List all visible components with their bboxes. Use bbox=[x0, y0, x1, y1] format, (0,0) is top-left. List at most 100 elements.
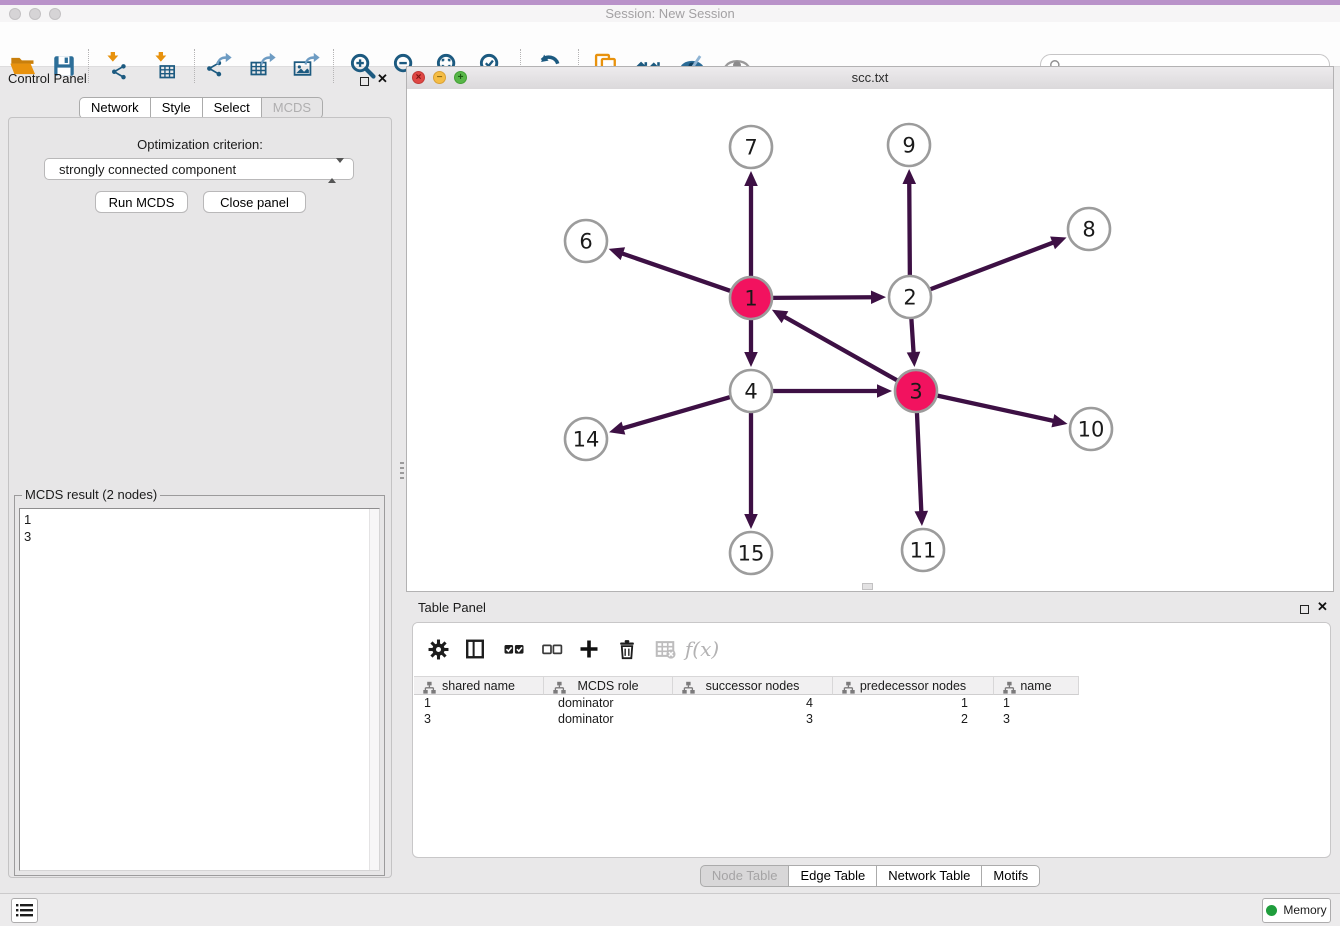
tab-edge-table[interactable]: Edge Table bbox=[789, 865, 877, 887]
list-icon bbox=[16, 903, 33, 918]
result-scrollbar[interactable] bbox=[369, 509, 379, 870]
svg-text:10: 10 bbox=[1078, 418, 1105, 442]
run-mcds-button[interactable]: Run MCDS bbox=[95, 191, 188, 213]
node-7[interactable]: 7 bbox=[730, 126, 772, 168]
column-header-shared-name[interactable]: shared name bbox=[414, 676, 544, 695]
tab-network-table[interactable]: Network Table bbox=[877, 865, 982, 887]
table-mode-gear-icon[interactable] bbox=[425, 636, 451, 662]
table-header: shared name MCDS role successor nodes prede… bbox=[414, 676, 1079, 695]
splitter-handle[interactable] bbox=[400, 462, 404, 480]
edge-2-3[interactable] bbox=[907, 316, 921, 367]
svg-text:2: 2 bbox=[903, 286, 916, 310]
select-all-icon[interactable] bbox=[501, 636, 527, 662]
edge-1-6[interactable] bbox=[609, 247, 733, 291]
create-column-icon[interactable] bbox=[576, 636, 602, 662]
table-cell: dominator bbox=[544, 711, 673, 727]
table-panel-title: Table Panel bbox=[418, 600, 486, 615]
column-header-label: MCDS role bbox=[577, 679, 638, 693]
main-toolbar bbox=[0, 22, 1340, 67]
export-image-icon[interactable] bbox=[292, 51, 322, 81]
automation-panel-button[interactable] bbox=[11, 898, 38, 923]
function-builder-icon: f(x) bbox=[689, 636, 715, 662]
control-panel-close-icon[interactable]: ✕ bbox=[377, 73, 388, 85]
table-cell: 2 bbox=[833, 711, 994, 727]
memory-button[interactable]: Memory bbox=[1262, 898, 1331, 923]
edge-3-10[interactable] bbox=[935, 395, 1068, 427]
select-chevrons-icon bbox=[328, 163, 344, 178]
delete-table-icon bbox=[652, 636, 678, 662]
tab-mcds[interactable]: MCDS bbox=[262, 97, 323, 119]
export-network-icon[interactable] bbox=[204, 51, 234, 81]
canvas-splitter-grip[interactable] bbox=[862, 583, 873, 590]
edge-4-14[interactable] bbox=[609, 396, 733, 434]
table-cell: 3 bbox=[414, 711, 544, 727]
tab-motifs[interactable]: Motifs bbox=[982, 865, 1040, 887]
edge-1-2[interactable] bbox=[770, 290, 886, 304]
node-9[interactable]: 9 bbox=[888, 124, 930, 166]
close-panel-button[interactable]: Close panel bbox=[203, 191, 306, 213]
tab-style[interactable]: Style bbox=[151, 97, 203, 119]
control-panel-float-icon[interactable] bbox=[360, 74, 369, 89]
memory-status-icon bbox=[1266, 905, 1277, 916]
edge-1-4[interactable] bbox=[744, 317, 758, 367]
tab-select[interactable]: Select bbox=[203, 97, 262, 119]
app-title: Session: New Session bbox=[0, 6, 1340, 21]
node-15[interactable]: 15 bbox=[730, 532, 772, 574]
node-4[interactable]: 4 bbox=[730, 370, 772, 412]
table-panel-float-icon[interactable] bbox=[1300, 602, 1309, 617]
tab-network[interactable]: Network bbox=[79, 97, 151, 119]
column-header-MCDS-role[interactable]: MCDS role bbox=[544, 676, 673, 695]
network-canvas[interactable]: 7 9 6 8 1 2 4 3 14 10 15 11 bbox=[407, 89, 1333, 591]
import-network-icon[interactable] bbox=[102, 51, 132, 81]
table-cell: dominator bbox=[544, 695, 673, 711]
mcds-result-textarea[interactable]: 1 3 bbox=[19, 508, 380, 871]
edge-3-11[interactable] bbox=[914, 410, 928, 526]
svg-text:4: 4 bbox=[744, 380, 757, 404]
edge-1-7[interactable] bbox=[744, 171, 758, 279]
memory-button-label: Memory bbox=[1283, 903, 1326, 917]
svg-text:7: 7 bbox=[744, 136, 757, 160]
table-row[interactable]: 1dominator411 bbox=[414, 695, 1079, 711]
mcds-result-group: MCDS result (2 nodes) 1 3 bbox=[14, 495, 385, 876]
node-3[interactable]: 3 bbox=[895, 370, 937, 412]
import-table-icon[interactable] bbox=[150, 51, 180, 81]
table-browser-tabs: Node TableEdge TableNetwork TableMotifs bbox=[406, 865, 1334, 887]
table-panel-close-icon[interactable]: ✕ bbox=[1317, 601, 1328, 613]
node-11[interactable]: 11 bbox=[902, 529, 944, 571]
svg-text:15: 15 bbox=[738, 542, 765, 566]
node-8[interactable]: 8 bbox=[1068, 208, 1110, 250]
edge-2-9[interactable] bbox=[902, 169, 916, 278]
criterion-select[interactable]: strongly connected component bbox=[44, 158, 354, 180]
svg-text:1: 1 bbox=[744, 287, 757, 311]
export-table-icon[interactable] bbox=[248, 51, 278, 81]
deselect-all-icon[interactable] bbox=[539, 636, 565, 662]
delete-columns-icon[interactable] bbox=[614, 636, 640, 662]
table-row[interactable]: 3dominator323 bbox=[414, 711, 1079, 727]
table-toolbar: f(x) bbox=[413, 623, 1330, 675]
node-6[interactable]: 6 bbox=[565, 220, 607, 262]
edge-3-1[interactable] bbox=[772, 310, 900, 382]
table-cell: 3 bbox=[994, 711, 1079, 727]
mcds-result-lines: 1 3 bbox=[20, 509, 379, 547]
network-window-titlebar[interactable]: × − + scc.txt bbox=[407, 67, 1333, 90]
column-header-label: name bbox=[1020, 679, 1051, 693]
network-view-window: × − + scc.txt 7 9 6 8 1 2 4 3 14 10 15 11 bbox=[406, 66, 1334, 592]
column-header-label: predecessor nodes bbox=[860, 679, 966, 693]
show-columns-icon[interactable] bbox=[462, 636, 488, 662]
edge-4-3[interactable] bbox=[770, 384, 892, 398]
edge-4-15[interactable] bbox=[744, 410, 758, 529]
criterion-select-value: strongly connected component bbox=[59, 162, 236, 177]
tab-node-table[interactable]: Node Table bbox=[700, 865, 790, 887]
node-1[interactable]: 1 bbox=[730, 277, 772, 319]
svg-text:9: 9 bbox=[902, 134, 915, 158]
column-header-name[interactable]: name bbox=[994, 676, 1079, 695]
column-header-successor-nodes[interactable]: successor nodes bbox=[673, 676, 833, 695]
toolbar-separator bbox=[88, 49, 89, 83]
column-header-predecessor-nodes[interactable]: predecessor nodes bbox=[833, 676, 994, 695]
node-2[interactable]: 2 bbox=[889, 276, 931, 318]
node-table-panel: f(x) shared name MCDS role successor nodes… bbox=[412, 622, 1331, 858]
optimization-criterion-label: Optimization criterion: bbox=[0, 137, 400, 152]
edge-2-8[interactable] bbox=[928, 236, 1067, 290]
node-14[interactable]: 14 bbox=[565, 418, 607, 460]
node-10[interactable]: 10 bbox=[1070, 408, 1112, 450]
